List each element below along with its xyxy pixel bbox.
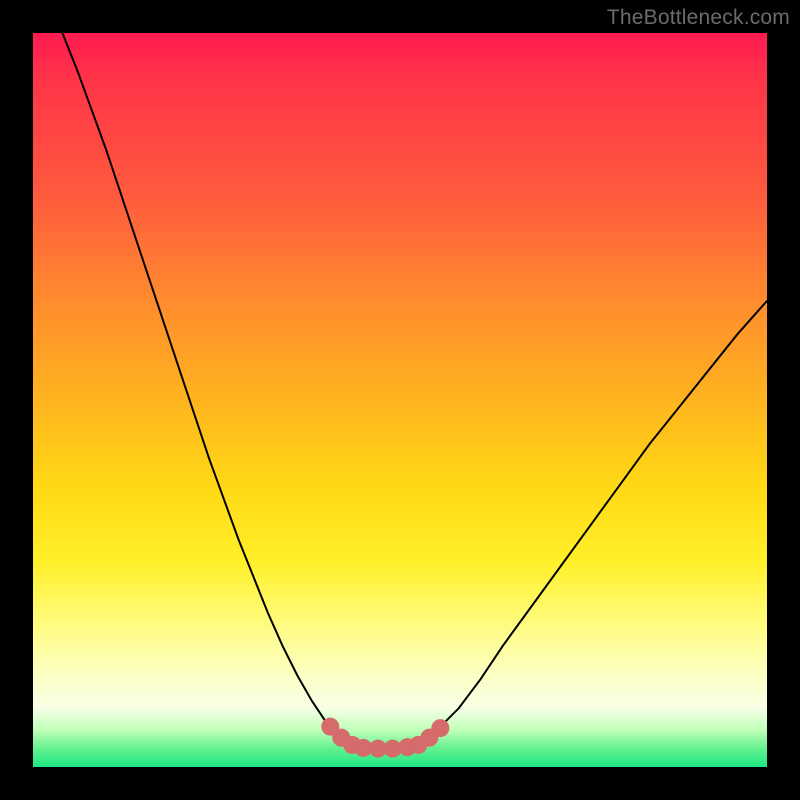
watermark-text: TheBottleneck.com	[607, 6, 790, 30]
highlight-dot	[431, 719, 449, 737]
chart-svg	[33, 33, 767, 767]
chart-frame: TheBottleneck.com	[0, 0, 800, 800]
bottleneck-curve-left	[62, 33, 348, 745]
chart-plot-area	[33, 33, 767, 767]
bottleneck-curve-right	[418, 301, 767, 745]
